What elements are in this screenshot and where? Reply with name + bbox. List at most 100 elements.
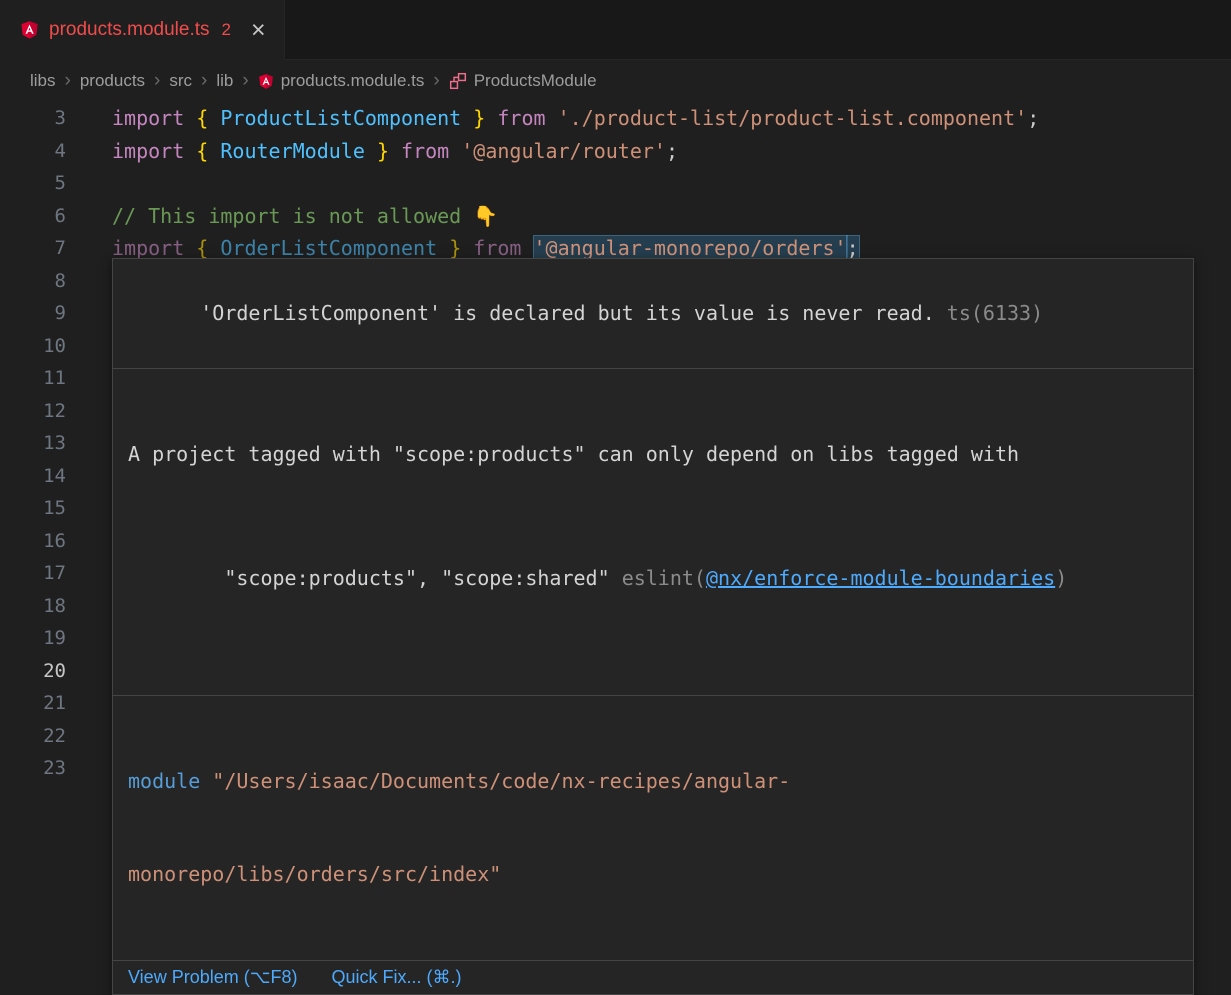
eslint-source-prefix: eslint( [622,566,706,590]
chevron-right-icon: › [65,70,71,92]
tab-close-icon[interactable]: × [251,18,266,43]
code-token [437,236,449,260]
module-path-line1: "/Users/isaac/Documents/code/nx-recipes/… [200,769,790,793]
code-token: from [473,236,521,260]
code-token [208,236,220,260]
module-keyword: module [128,769,200,793]
diagnostic-message: 'OrderListComponent' is declared but its… [200,301,935,325]
code-token [521,236,533,260]
line-number[interactable]: 13 [0,427,66,460]
hover-popup: 'OrderListComponent' is declared but its… [112,258,1194,995]
code-token: ; [847,236,859,260]
code-token: import [112,106,184,130]
diagnostic-code: ts(6133) [935,301,1043,325]
code-token [184,106,196,130]
line-number[interactable]: 3 [0,102,66,135]
code-token: from [401,139,449,163]
code-token [389,139,401,163]
line-number[interactable]: 9 [0,297,66,330]
code-token: from [497,106,545,130]
line-number[interactable]: 6 [0,200,66,233]
hover-module-info: module "/Users/isaac/Documents/code/nx-r… [113,696,1193,961]
tab-products-module-ts[interactable]: products.module.ts 2 × [0,0,285,60]
line-number[interactable]: 11 [0,362,66,395]
code-line[interactable]: 5 [0,167,1231,200]
breadcrumb-label: products.module.ts [281,71,425,91]
code-token: // This import is not allowed 👇 [112,204,498,228]
line-number[interactable]: 19 [0,622,66,655]
code-token: import [112,139,184,163]
hover-actions: View Problem (⌥F8) Quick Fix... (⌘.) [113,961,1193,994]
line-number[interactable]: 22 [0,720,66,753]
code-token: { [196,139,208,163]
breadcrumb-label: libs [30,71,56,91]
line-number[interactable]: 16 [0,525,66,558]
code-token [208,106,220,130]
quick-fix-link[interactable]: Quick Fix... (⌘.) [331,967,461,988]
code-token [546,106,558,130]
code-token: { [196,236,208,260]
code-line[interactable]: 6 // This import is not allowed 👇 [0,200,1231,233]
eslint-rule-link[interactable]: @nx/enforce-module-boundaries [706,566,1055,590]
line-number[interactable]: 8 [0,265,66,298]
breadcrumb-item-libs[interactable]: libs [30,71,56,91]
line-number[interactable]: 21 [0,687,66,720]
code-token: } [377,139,389,163]
breadcrumb-item-lib[interactable]: lib [216,71,233,91]
symbol-class-icon [449,72,467,90]
code-token: OrderListComponent [220,236,437,260]
line-number[interactable]: 15 [0,492,66,525]
breadcrumb-item-symbol[interactable]: ProductsModule [449,71,597,91]
eslint-message-line2: "scope:products", "scope:shared" [224,566,621,590]
code-token: { [196,106,208,130]
breadcrumb-item-src[interactable]: src [169,71,192,91]
code-token: ProductListComponent [220,106,461,130]
breadcrumb-item-file[interactable]: products.module.ts [258,71,425,91]
tab-label: products.module.ts [49,19,210,41]
breadcrumb: libs › products › src › lib › products.m… [0,60,1231,102]
code-token [461,106,473,130]
code-line-content: import { ProductListComponent } from './… [66,102,1231,135]
angular-file-icon [20,20,39,40]
line-number[interactable]: 18 [0,590,66,623]
code-token [208,139,220,163]
line-number[interactable]: 20 [0,655,66,688]
code-line-content: // This import is not allowed 👇 [66,200,1231,233]
line-number[interactable]: 14 [0,460,66,493]
code-line-content [66,167,1231,200]
tab-bar: products.module.ts 2 × [0,0,1231,60]
view-problem-link[interactable]: View Problem (⌥F8) [128,967,297,988]
code-line[interactable]: 3import { ProductListComponent } from '.… [0,102,1231,135]
code-line[interactable]: 4import { RouterModule } from '@angular/… [0,135,1231,168]
eslint-source-suffix: ) [1055,566,1067,590]
chevron-right-icon: › [433,70,439,92]
line-number[interactable]: 4 [0,135,66,168]
module-path-line2: monorepo/libs/orders/src/index" [128,862,501,886]
code-token [365,139,377,163]
code-token: import [112,236,184,260]
code-token: ; [666,139,678,163]
code-token: } [449,236,461,260]
chevron-right-icon: › [154,70,160,92]
code-token: '@angular/router' [461,139,666,163]
breadcrumb-label: products [80,71,145,91]
breadcrumb-label: src [169,71,192,91]
breadcrumb-item-products[interactable]: products [80,71,145,91]
line-number[interactable]: 10 [0,330,66,363]
chevron-right-icon: › [201,70,207,92]
line-number[interactable]: 5 [0,167,66,200]
code-token: './product-list/product-list.component' [558,106,1028,130]
chevron-right-icon: › [242,70,248,92]
breadcrumb-label: ProductsModule [474,71,597,91]
code-token: } [473,106,485,130]
breadcrumb-label: lib [216,71,233,91]
code-token [485,106,497,130]
code-token [449,139,461,163]
code-token: RouterModule [220,139,365,163]
code-line-content: import { RouterModule } from '@angular/r… [66,135,1231,168]
line-number[interactable]: 12 [0,395,66,428]
angular-file-icon [258,73,274,90]
code-token: '@angular-monorepo/orders' [534,236,847,260]
line-number[interactable]: 7 [0,232,66,265]
line-number[interactable]: 17 [0,557,66,590]
